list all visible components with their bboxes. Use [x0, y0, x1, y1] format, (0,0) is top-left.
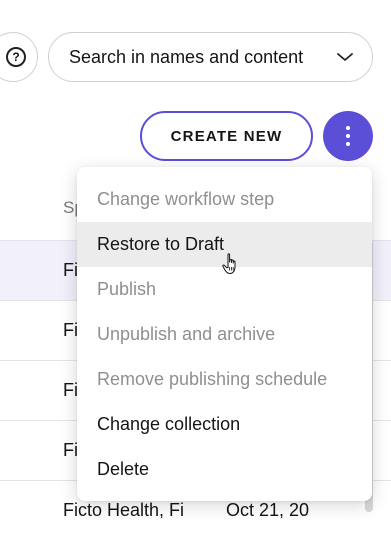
table-cell-name: Fi: [63, 380, 78, 400]
search-scope-select[interactable]: Search in names and content: [48, 32, 373, 82]
help-icon: ?: [6, 47, 26, 67]
table-cell-name: Fi: [63, 440, 78, 460]
more-actions-button[interactable]: [323, 111, 373, 161]
help-button[interactable]: ?: [0, 32, 38, 82]
menu-item-remove-publishing-schedule: Remove publishing schedule: [97, 369, 328, 389]
table-cell-date: Oct 21, 20: [226, 500, 310, 520]
menu-item-delete[interactable]: Delete: [77, 447, 372, 492]
chevron-down-icon: [337, 53, 353, 61]
table-cell-name: Fi: [63, 260, 78, 280]
menu-item-unpublish-and-archive: Unpublish and archive: [97, 324, 276, 344]
menu-item-change-workflow-step: Change workflow step: [97, 189, 275, 209]
table-cell-name: Fi: [63, 320, 78, 340]
more-vertical-icon: [346, 126, 350, 146]
menu-item-change-collection[interactable]: Change collection: [77, 402, 372, 447]
hand-cursor-icon: [222, 253, 236, 274]
create-new-button[interactable]: CREATE NEW: [140, 111, 313, 161]
table-cell-name: Ficto Health, Fi: [63, 500, 185, 520]
actions-menu: Change workflow step Restore to Draft Pu…: [77, 167, 372, 501]
search-scope-label: Search in names and content: [69, 46, 304, 67]
